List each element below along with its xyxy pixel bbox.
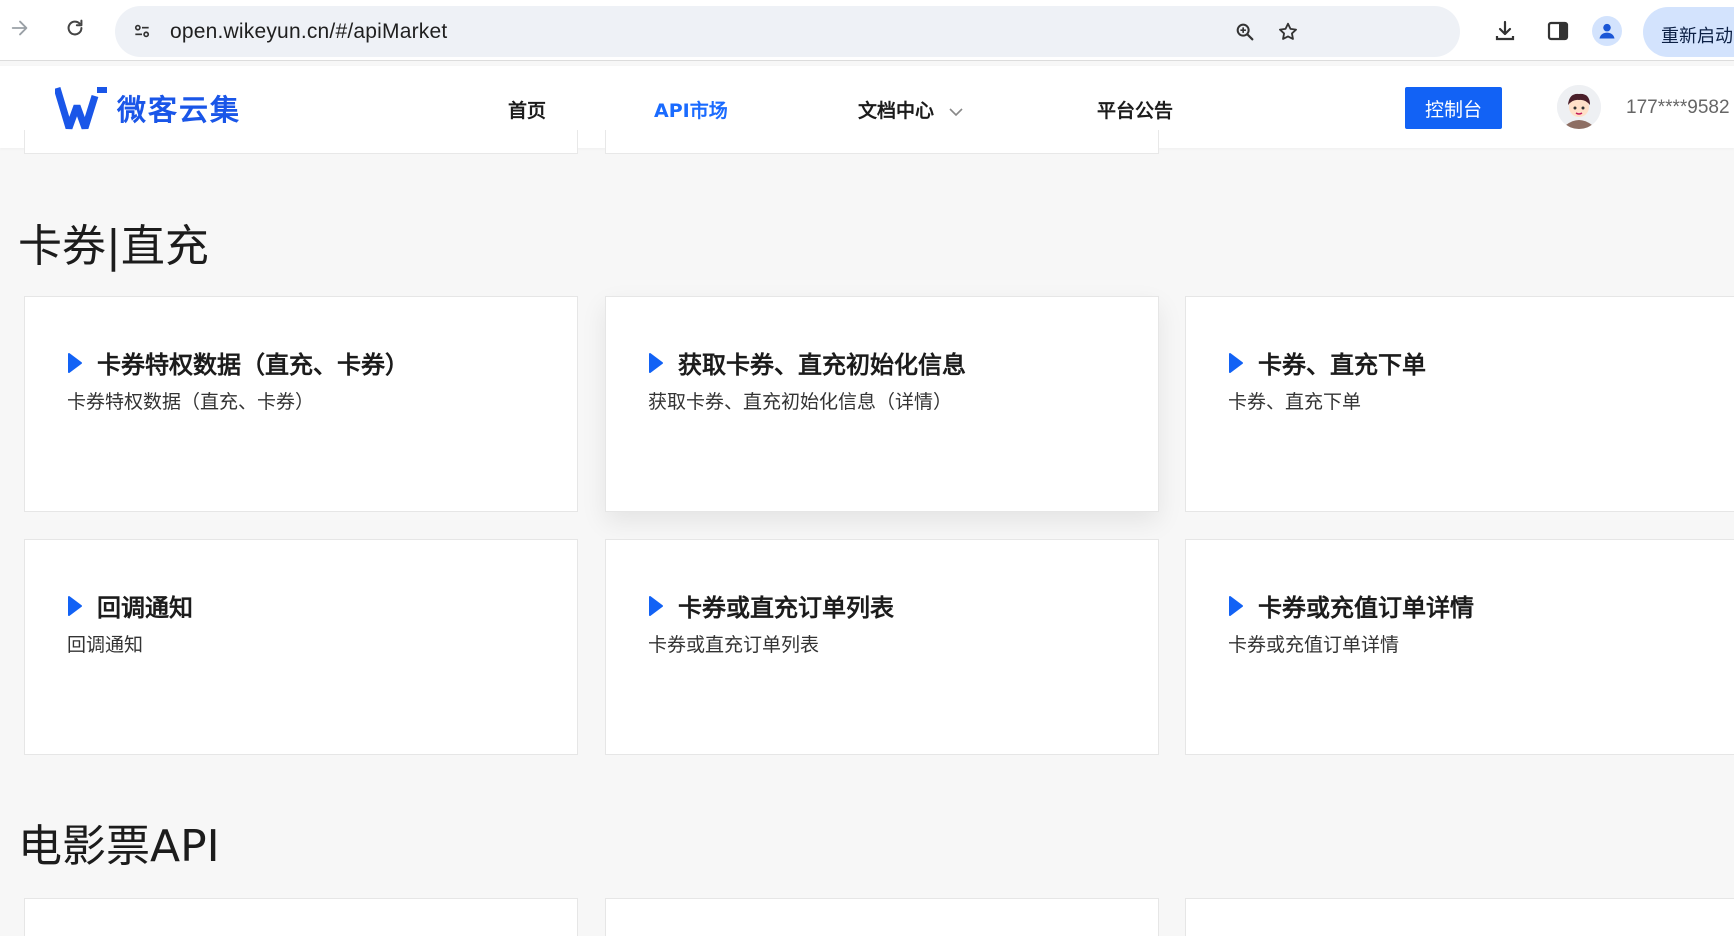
api-card-title-text: 卡券或直充订单列表 — [678, 594, 894, 622]
api-card-title-text: 卡券、直充下单 — [1258, 351, 1426, 379]
api-card[interactable]: 卡券或充值订单详情 卡券或充值订单详情 — [1185, 539, 1734, 755]
api-card-title-text: 获取卡券、直充初始化信息 — [678, 351, 966, 379]
avatar[interactable] — [1557, 85, 1601, 129]
nav-docs-label: 文档中心 — [858, 100, 935, 122]
api-card[interactable]: 卡券或直充订单列表 卡券或直充订单列表 — [605, 539, 1159, 755]
api-card[interactable]: 卡券、直充下单 卡券、直充下单 — [1185, 296, 1734, 512]
api-card[interactable] — [24, 898, 578, 936]
logo[interactable]: 微客云集 — [55, 86, 241, 130]
api-card-description: 卡券、直充下单 — [1228, 391, 1362, 413]
section-title-movie-ticket-api: 电影票API — [18, 821, 220, 872]
forward-icon[interactable] — [6, 14, 34, 42]
api-card[interactable] — [1185, 898, 1734, 936]
side-panel-icon[interactable] — [1543, 16, 1573, 46]
logo-text: 微客云集 — [117, 93, 242, 127]
api-card-description: 卡券特权数据（直充、卡券） — [67, 391, 315, 413]
url-text[interactable]: open.wikeyun.cn/#/apiMarket — [170, 20, 447, 44]
api-card[interactable]: 获取卡券、直充初始化信息 获取卡券、直充初始化信息（详情） — [605, 296, 1159, 512]
play-marker-icon — [68, 595, 82, 616]
previous-card-edge — [24, 130, 578, 154]
nav-api-market[interactable]: API市场 — [654, 96, 728, 123]
profile-icon[interactable] — [1592, 16, 1622, 46]
api-card-description: 回调通知 — [67, 634, 144, 656]
section-title-cards-recharge: 卡券|直充 — [18, 221, 209, 272]
play-marker-icon — [649, 352, 663, 373]
play-marker-icon — [1229, 595, 1243, 616]
api-card-title: 卡券、直充下单 — [1228, 345, 1426, 380]
download-icon[interactable] — [1490, 16, 1520, 46]
api-card-description: 获取卡券、直充初始化信息（详情） — [648, 391, 953, 413]
api-card-description: 卡券或充值订单详情 — [1228, 634, 1400, 656]
reload-icon[interactable] — [61, 14, 89, 42]
restart-button[interactable]: 重新启动 — [1643, 7, 1734, 57]
api-card-title: 获取卡券、直充初始化信息 — [648, 345, 966, 380]
api-card-title-text: 卡券或充值订单详情 — [1258, 594, 1474, 622]
api-card-title-text: 回调通知 — [97, 594, 193, 622]
logo-mark-icon — [55, 86, 107, 130]
play-marker-icon — [68, 352, 82, 373]
previous-card-edge — [605, 130, 1159, 154]
address-bar[interactable]: open.wikeyun.cn/#/apiMarket — [115, 6, 1460, 57]
site-settings-icon[interactable] — [129, 18, 155, 44]
api-card[interactable]: 回调通知 回调通知 — [24, 539, 578, 755]
console-button[interactable]: 控制台 — [1405, 87, 1502, 129]
api-card[interactable] — [605, 898, 1159, 936]
api-card-title-text: 卡券特权数据（直充、卡券） — [97, 351, 409, 379]
nav-docs[interactable]: 文档中心 — [858, 96, 963, 123]
api-card-title: 卡券或充值订单详情 — [1228, 588, 1474, 623]
play-marker-icon — [649, 595, 663, 616]
bookmark-star-icon[interactable] — [1275, 19, 1301, 45]
api-card[interactable]: 卡券特权数据（直充、卡券） 卡券特权数据（直充、卡券） — [24, 296, 578, 512]
api-card-title: 卡券或直充订单列表 — [648, 588, 894, 623]
play-marker-icon — [1229, 352, 1243, 373]
chevron-down-icon — [949, 107, 963, 116]
api-card-title: 卡券特权数据（直充、卡券） — [67, 345, 409, 380]
api-card-description: 卡券或直充订单列表 — [648, 634, 820, 656]
zoom-icon[interactable] — [1232, 19, 1258, 45]
browser-toolbar: open.wikeyun.cn/#/apiMarket 重新启动 — [0, 0, 1734, 61]
user-phone[interactable]: 177****9582 — [1626, 97, 1730, 119]
api-card-title: 回调通知 — [67, 588, 193, 623]
nav-home[interactable]: 首页 — [508, 96, 546, 123]
nav-announcements[interactable]: 平台公告 — [1097, 96, 1173, 123]
